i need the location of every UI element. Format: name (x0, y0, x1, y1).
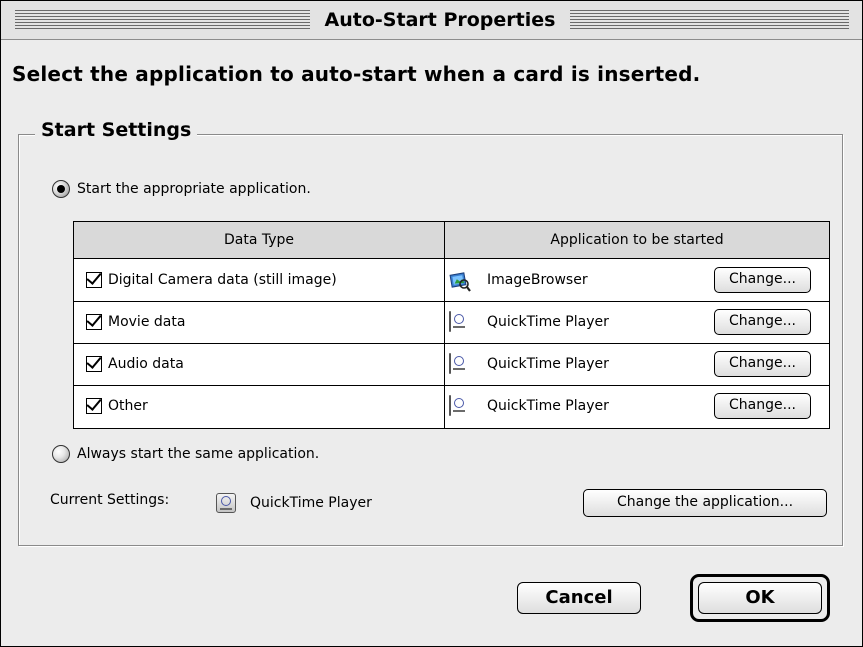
column-header-application: Application to be started (550, 232, 724, 248)
current-settings-label: Current Settings: (50, 492, 170, 508)
quicktime-icon (449, 395, 465, 416)
data-type-label: Movie data (108, 314, 186, 330)
application-label: QuickTime Player (487, 356, 609, 372)
ok-button[interactable]: OK (698, 582, 822, 614)
quicktime-icon (216, 493, 236, 513)
table-row: Other QuickTime Player Change... (74, 385, 829, 427)
column-header-data-type: Data Type (223, 232, 295, 248)
radio-always-same[interactable]: Always start the same application. (52, 445, 319, 463)
auto-start-properties-dialog: Auto-Start Properties Select the applica… (0, 0, 863, 647)
audio-checkbox[interactable] (86, 356, 102, 372)
change-other-button[interactable]: Change... (714, 393, 811, 419)
change-movie-button[interactable]: Change... (714, 309, 811, 335)
application-label: ImageBrowser (487, 272, 588, 288)
instruction-text: Select the application to auto-start whe… (12, 62, 701, 86)
data-type-table: Data Type Application to be started Digi… (73, 221, 830, 429)
title-bar-stripes-left (15, 10, 310, 30)
data-type-label: Digital Camera data (still image) (108, 272, 337, 288)
movie-checkbox[interactable] (86, 314, 102, 330)
change-audio-button[interactable]: Change... (714, 351, 811, 377)
change-still-image-button[interactable]: Change... (714, 267, 811, 293)
cancel-button[interactable]: Cancel (517, 582, 641, 614)
application-label: QuickTime Player (487, 314, 609, 330)
application-label: QuickTime Player (487, 398, 609, 414)
quicktime-icon (449, 353, 465, 374)
window-title: Auto-Start Properties (310, 6, 570, 34)
current-settings-app: QuickTime Player (250, 495, 372, 511)
still-image-checkbox[interactable] (86, 272, 102, 288)
data-type-label: Audio data (108, 356, 184, 372)
imagebrowser-icon (449, 272, 471, 296)
table-row: Movie data QuickTime Player Change... (74, 301, 829, 344)
data-type-label: Other (108, 398, 148, 414)
start-settings-title: Start Settings (35, 119, 198, 141)
table-header: Data Type Application to be started (74, 222, 829, 259)
radio-button-unselected[interactable] (52, 445, 70, 463)
radio-button-selected[interactable] (52, 180, 70, 198)
other-checkbox[interactable] (86, 398, 102, 414)
quicktime-icon (449, 311, 465, 332)
table-row: Digital Camera data (still image) ImageB… (74, 259, 829, 302)
table-row: Audio data QuickTime Player Change... (74, 343, 829, 386)
title-bar[interactable]: Auto-Start Properties (1, 1, 862, 40)
radio-always-same-label: Always start the same application. (77, 446, 320, 462)
radio-start-appropriate-label: Start the appropriate application. (77, 181, 311, 197)
radio-start-appropriate[interactable]: Start the appropriate application. (52, 180, 311, 198)
change-the-application-button[interactable]: Change the application... (583, 489, 827, 517)
title-bar-stripes-right (570, 10, 849, 30)
